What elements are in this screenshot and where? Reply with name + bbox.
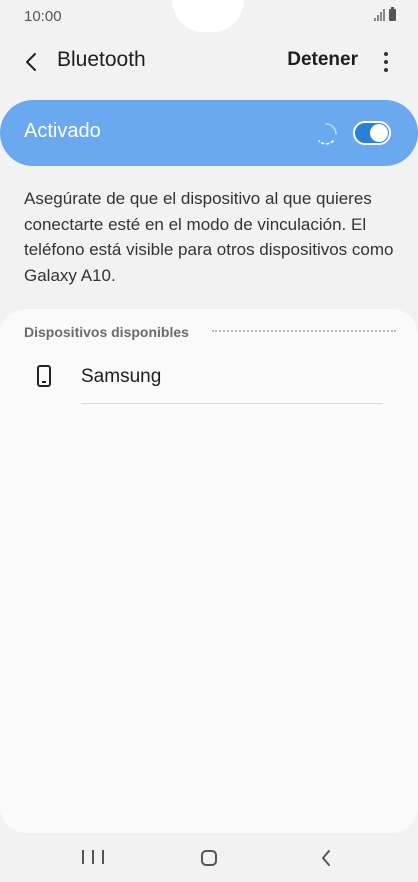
section-divider [212,330,396,332]
scanning-spinner-icon [318,123,337,145]
home-button[interactable] [201,850,217,866]
signal-icon [374,9,385,21]
recent-apps-button[interactable] [82,850,104,866]
bluetooth-toggle[interactable] [353,121,391,145]
back-icon [26,53,36,71]
list-divider [81,403,383,404]
master-switch-label: Activado [24,120,101,142]
available-devices-card: Dispositivos disponibles Samsung [0,309,418,833]
nav-back-button[interactable] [318,848,334,868]
recent-apps-icon [82,850,84,864]
more-options-icon [384,52,388,56]
status-time: 10:00 [24,8,62,25]
device-item-samsung[interactable]: Samsung [0,351,418,405]
visibility-description: Asegúrate de que el dispositivo al que q… [24,189,394,285]
app-bar: Bluetooth Detener [0,34,418,90]
status-icons [374,7,396,21]
stop-button[interactable]: Detener [287,49,358,71]
phone-icon [37,365,51,387]
status-bar: 10:00 [0,0,418,34]
available-devices-header: Dispositivos disponibles [24,324,189,340]
toggle-knob [370,124,388,142]
bluetooth-master-switch[interactable]: Activado [0,100,418,166]
battery-icon [389,7,396,21]
navigation-bar [0,834,418,882]
more-options-button[interactable] [374,48,398,76]
page-title: Bluetooth [57,48,146,71]
back-icon [322,850,330,866]
device-name: Samsung [81,366,162,387]
camera-notch [172,0,244,32]
back-button[interactable] [18,48,46,76]
